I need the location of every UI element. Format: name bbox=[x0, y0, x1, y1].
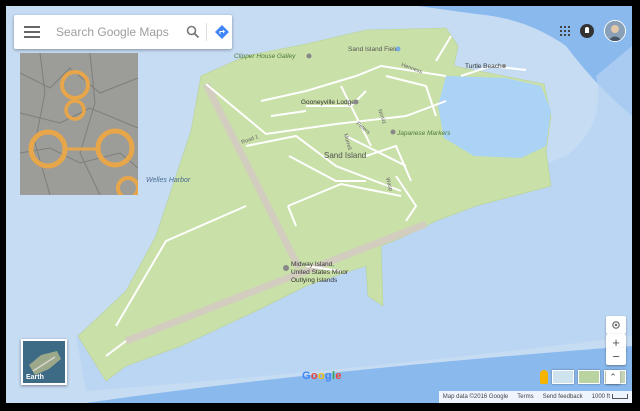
lodge-icon[interactable] bbox=[353, 99, 359, 105]
map-label-japanese-markers[interactable]: Japanese Markers bbox=[396, 130, 451, 137]
map-label-welles-harbor[interactable]: Welles Harbor bbox=[146, 177, 191, 184]
hamburger-menu-icon[interactable] bbox=[24, 26, 40, 38]
apps-grid-icon[interactable] bbox=[560, 26, 570, 36]
landmark-icon[interactable] bbox=[390, 129, 396, 135]
map-viewport[interactable]: Sand Island Field Clipper House Galley H… bbox=[6, 6, 632, 403]
zoom-out-button[interactable]: − bbox=[606, 348, 626, 365]
photo-image bbox=[20, 53, 138, 195]
location-target-icon bbox=[612, 321, 620, 329]
scale-label: 1000 ft bbox=[591, 394, 610, 401]
search-icon[interactable] bbox=[186, 25, 200, 39]
place-pin-icon[interactable] bbox=[283, 265, 289, 271]
airport-icon[interactable] bbox=[395, 46, 401, 52]
map-label-clipper-house[interactable]: Clipper House Galley bbox=[234, 53, 296, 60]
google-logo: Google bbox=[302, 370, 342, 382]
map-label-gooneyville[interactable]: Gooneyville Lodge bbox=[301, 99, 355, 106]
account-toolbar bbox=[560, 20, 626, 42]
map-label-sand-island-field[interactable]: Sand Island Field bbox=[348, 46, 399, 53]
search-divider bbox=[206, 23, 207, 41]
place-photo-thumbnail[interactable] bbox=[20, 53, 138, 195]
scale-indicator[interactable]: 1000 ft bbox=[591, 393, 628, 401]
map-label-midway-1[interactable]: Midway Island, bbox=[291, 261, 334, 268]
directions-icon[interactable] bbox=[214, 24, 230, 40]
notifications-icon[interactable] bbox=[580, 24, 594, 38]
scale-bar bbox=[612, 393, 628, 399]
layer-map-thumb[interactable] bbox=[552, 370, 574, 384]
restaurant-icon[interactable] bbox=[306, 53, 312, 59]
search-input[interactable] bbox=[54, 24, 182, 40]
layer-terrain-thumb[interactable] bbox=[578, 370, 600, 384]
map-label-sand-island[interactable]: Sand Island bbox=[324, 151, 366, 160]
map-label-midway-3[interactable]: Outlying Islands bbox=[291, 277, 338, 284]
map-label-turtle-beach[interactable]: Turtle Beach bbox=[465, 63, 502, 70]
earth-label: Earth bbox=[26, 374, 44, 381]
earth-view-toggle[interactable]: Earth bbox=[21, 339, 67, 385]
map-label-midway-2[interactable]: United States Minor bbox=[291, 269, 349, 276]
map-attribution: Map data ©2016 Google bbox=[442, 394, 509, 400]
search-box bbox=[14, 15, 232, 49]
attribution-bar: Map data ©2016 Google Terms Send feedbac… bbox=[438, 391, 632, 403]
terms-link[interactable]: Terms bbox=[517, 394, 533, 400]
avatar[interactable] bbox=[604, 20, 626, 42]
beach-icon[interactable] bbox=[502, 64, 506, 68]
my-location-button[interactable] bbox=[606, 316, 626, 334]
street-view-pegman-icon[interactable] bbox=[540, 370, 548, 384]
send-feedback-link[interactable]: Send feedback bbox=[543, 394, 583, 400]
collapse-layers-button[interactable]: ⌃ bbox=[606, 370, 620, 384]
